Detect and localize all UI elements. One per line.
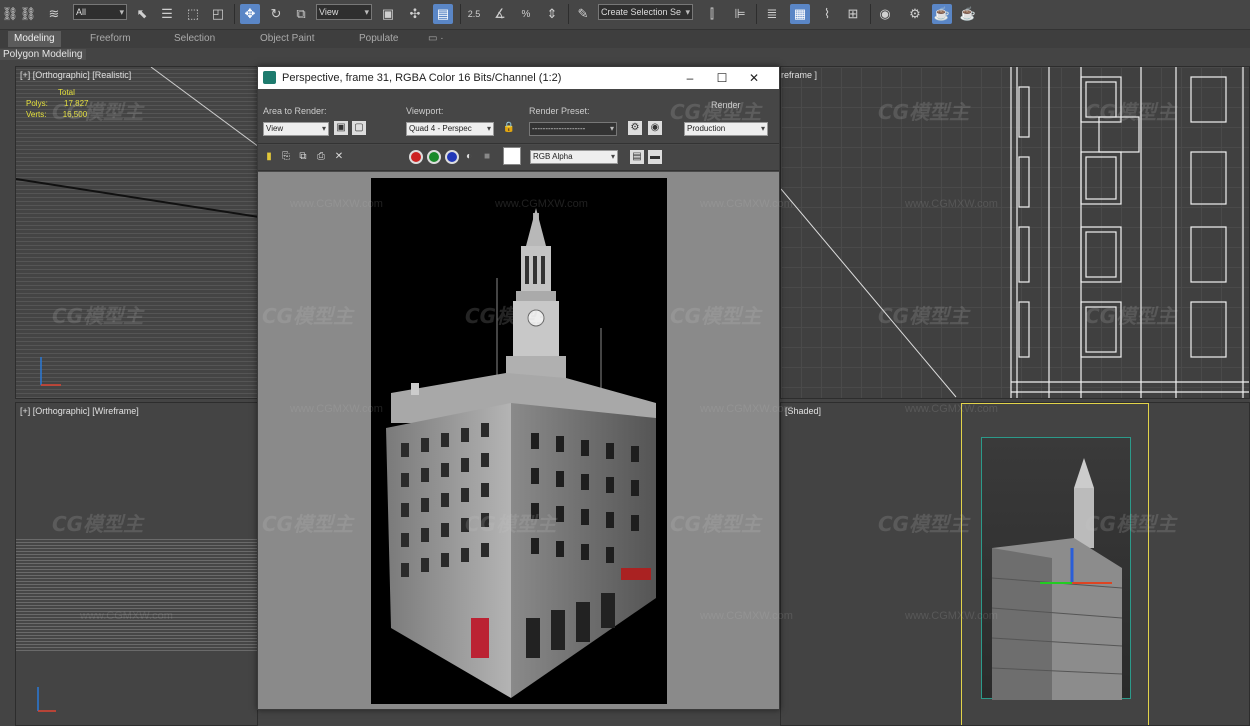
auto-region-icon[interactable]: ▢ — [352, 121, 366, 135]
clone-window-icon[interactable]: ⧉ — [296, 150, 310, 164]
channel-display-dropdown[interactable]: RGB Alpha — [530, 150, 618, 164]
toggle-ui-overlay-icon[interactable]: ▤ — [630, 150, 644, 164]
unlink-icon[interactable]: ⛓ — [18, 4, 38, 24]
percent-snap-label: % — [521, 8, 531, 20]
edit-named-selection-icon[interactable]: ✎ — [573, 4, 593, 24]
rendered-frame-window-icon[interactable]: ☕ — [932, 4, 952, 24]
main-toolbar: ⛓ ⛓ ≋ All ⬉ ☰ ⬚ ◰ ✥ ↻ ⧉ View ▣ ✣ ▤ 2.5 ∡… — [0, 0, 1250, 30]
ribbon-panel: Polygon Modeling — [0, 48, 1250, 63]
area-to-render-dropdown[interactable]: View — [263, 122, 329, 136]
bind-spacewarp-icon[interactable]: ≋ — [44, 4, 64, 24]
spinner-snap-icon[interactable]: ⇕ — [542, 4, 562, 24]
blue-channel-icon[interactable] — [445, 150, 459, 164]
viewport-label: Viewport: — [406, 106, 444, 116]
viewport-dropdown[interactable]: Quad 4 - Perspec — [406, 122, 494, 136]
tab-freeform[interactable]: Freeform — [84, 31, 137, 47]
align-icon[interactable]: ⊫ — [730, 4, 750, 24]
viewport-bottom-left[interactable]: [+] [Orthographic] [Wireframe] — [15, 402, 258, 726]
window-title: Perspective, frame 31, RGBA Color 16 Bit… — [282, 72, 562, 84]
minimize-button[interactable]: – — [675, 67, 705, 89]
print-icon[interactable]: ⎙ — [314, 150, 328, 164]
rect-selection-icon[interactable]: ⬚ — [183, 4, 203, 24]
render-setup-icon[interactable]: ⚙ — [905, 4, 925, 24]
layer-explorer-icon[interactable]: ≣ — [762, 4, 782, 24]
toggle-ribbon-icon[interactable]: ▦ — [790, 4, 810, 24]
shaded-building-preview — [981, 437, 1131, 700]
toggle-ui-icon[interactable]: ▬ — [648, 150, 662, 164]
render-production-icon[interactable]: ☕ — [958, 4, 978, 24]
render-toolbar: ▮ ⎘ ⧉ ⎙ ✕ ◐ ■ RGB Alpha ▤ ▬ — [258, 145, 779, 171]
3dsmax-logo-icon — [263, 71, 276, 84]
ref-coord-dropdown[interactable]: View — [316, 4, 372, 20]
building-render-svg — [386, 208, 656, 698]
copy-image-icon[interactable]: ⎘ — [279, 150, 293, 164]
lock-icon[interactable]: 🔒 — [502, 121, 516, 135]
window-body: Area to Render: View ▣ ▢ Viewport: Quad … — [258, 89, 779, 709]
color-swatch[interactable] — [503, 147, 521, 165]
environment-icon[interactable]: ◉ — [648, 121, 662, 135]
viewport-top-left[interactable]: [+] [Orthographic] [Realistic] Total Pol… — [15, 66, 258, 399]
window-titlebar[interactable]: Perspective, frame 31, RGBA Color 16 Bit… — [258, 67, 779, 89]
viewport-top-right[interactable]: reframe ] — [780, 66, 1250, 399]
select-by-name-icon[interactable]: ☰ — [157, 4, 177, 24]
render-controls: Area to Render: View ▣ ▢ Viewport: Quad … — [258, 89, 779, 144]
selection-filter-dropdown[interactable]: All — [73, 4, 127, 20]
rendered-frame-window[interactable]: Perspective, frame 31, RGBA Color 16 Bit… — [257, 66, 780, 710]
red-channel-icon[interactable] — [409, 150, 423, 164]
snap-toggle-icon[interactable]: 2.5 — [464, 4, 484, 24]
snap-label: 2.5 — [467, 9, 481, 19]
render-label: Render — [711, 100, 741, 110]
move-icon[interactable]: ✥ — [240, 4, 260, 24]
angle-snap-icon[interactable]: ∡ — [490, 4, 510, 24]
save-image-icon[interactable]: ▮ — [262, 150, 276, 164]
select-object-icon[interactable]: ⬉ — [132, 4, 152, 24]
area-to-render-label: Area to Render: — [263, 106, 327, 116]
viewport-geometry — [16, 67, 257, 386]
ribbon-tabs: Modeling Freeform Selection Object Paint… — [0, 30, 1250, 48]
shaded-building-svg — [991, 458, 1123, 700]
scale-icon[interactable]: ⧉ — [291, 4, 311, 24]
rendered-building-image — [371, 178, 667, 704]
keyboard-shortcut-icon[interactable]: ▤ — [433, 4, 453, 24]
render-canvas — [258, 172, 779, 709]
render-mode-dropdown[interactable]: Production — [684, 122, 768, 136]
pivot-center-icon[interactable]: ▣ — [378, 4, 398, 24]
material-editor-icon[interactable]: ◉ — [875, 4, 895, 24]
edit-region-icon[interactable]: ▣ — [334, 121, 348, 135]
green-channel-icon[interactable] — [427, 150, 441, 164]
render-preset-dropdown[interactable]: -------------------- — [529, 122, 617, 136]
rotate-icon[interactable]: ↻ — [266, 4, 286, 24]
tab-object-paint[interactable]: Object Paint — [254, 31, 320, 47]
render-preset-label: Render Preset: — [529, 106, 590, 116]
select-link-icon[interactable]: ⛓ — [0, 4, 20, 24]
window-crossing-icon[interactable]: ◰ — [208, 4, 228, 24]
tab-modeling[interactable]: Modeling — [8, 31, 61, 47]
tab-selection[interactable]: Selection — [168, 31, 221, 47]
mirror-icon[interactable]: ⫿ — [702, 4, 722, 24]
viewport-bottom-right[interactable]: [Shaded] — [780, 402, 1250, 726]
polygon-modeling-label[interactable]: Polygon Modeling — [0, 49, 86, 60]
render-setup-icon[interactable]: ⚙ — [628, 121, 642, 135]
schematic-view-icon[interactable]: ⊞ — [843, 4, 863, 24]
monochrome-icon[interactable]: ■ — [480, 150, 494, 164]
alpha-channel-icon[interactable]: ◐ — [462, 150, 476, 164]
clear-icon[interactable]: ✕ — [332, 150, 346, 164]
curve-editor-icon[interactable]: ⌇ — [817, 4, 837, 24]
close-button[interactable]: ✕ — [739, 67, 769, 89]
building-front-wireframe — [781, 67, 1249, 398]
axis-tripod — [37, 687, 56, 712]
tab-populate[interactable]: Populate — [353, 31, 404, 47]
maximize-button[interactable]: ☐ — [707, 67, 737, 89]
viewport-label[interactable]: [Shaded] — [785, 406, 821, 416]
named-selection-dropdown[interactable]: Create Selection Se — [598, 4, 693, 20]
ribbon-options-icon[interactable]: ▭ · — [422, 31, 450, 47]
percent-snap-icon[interactable]: % — [516, 4, 536, 24]
select-manipulate-icon[interactable]: ✣ — [405, 4, 425, 24]
